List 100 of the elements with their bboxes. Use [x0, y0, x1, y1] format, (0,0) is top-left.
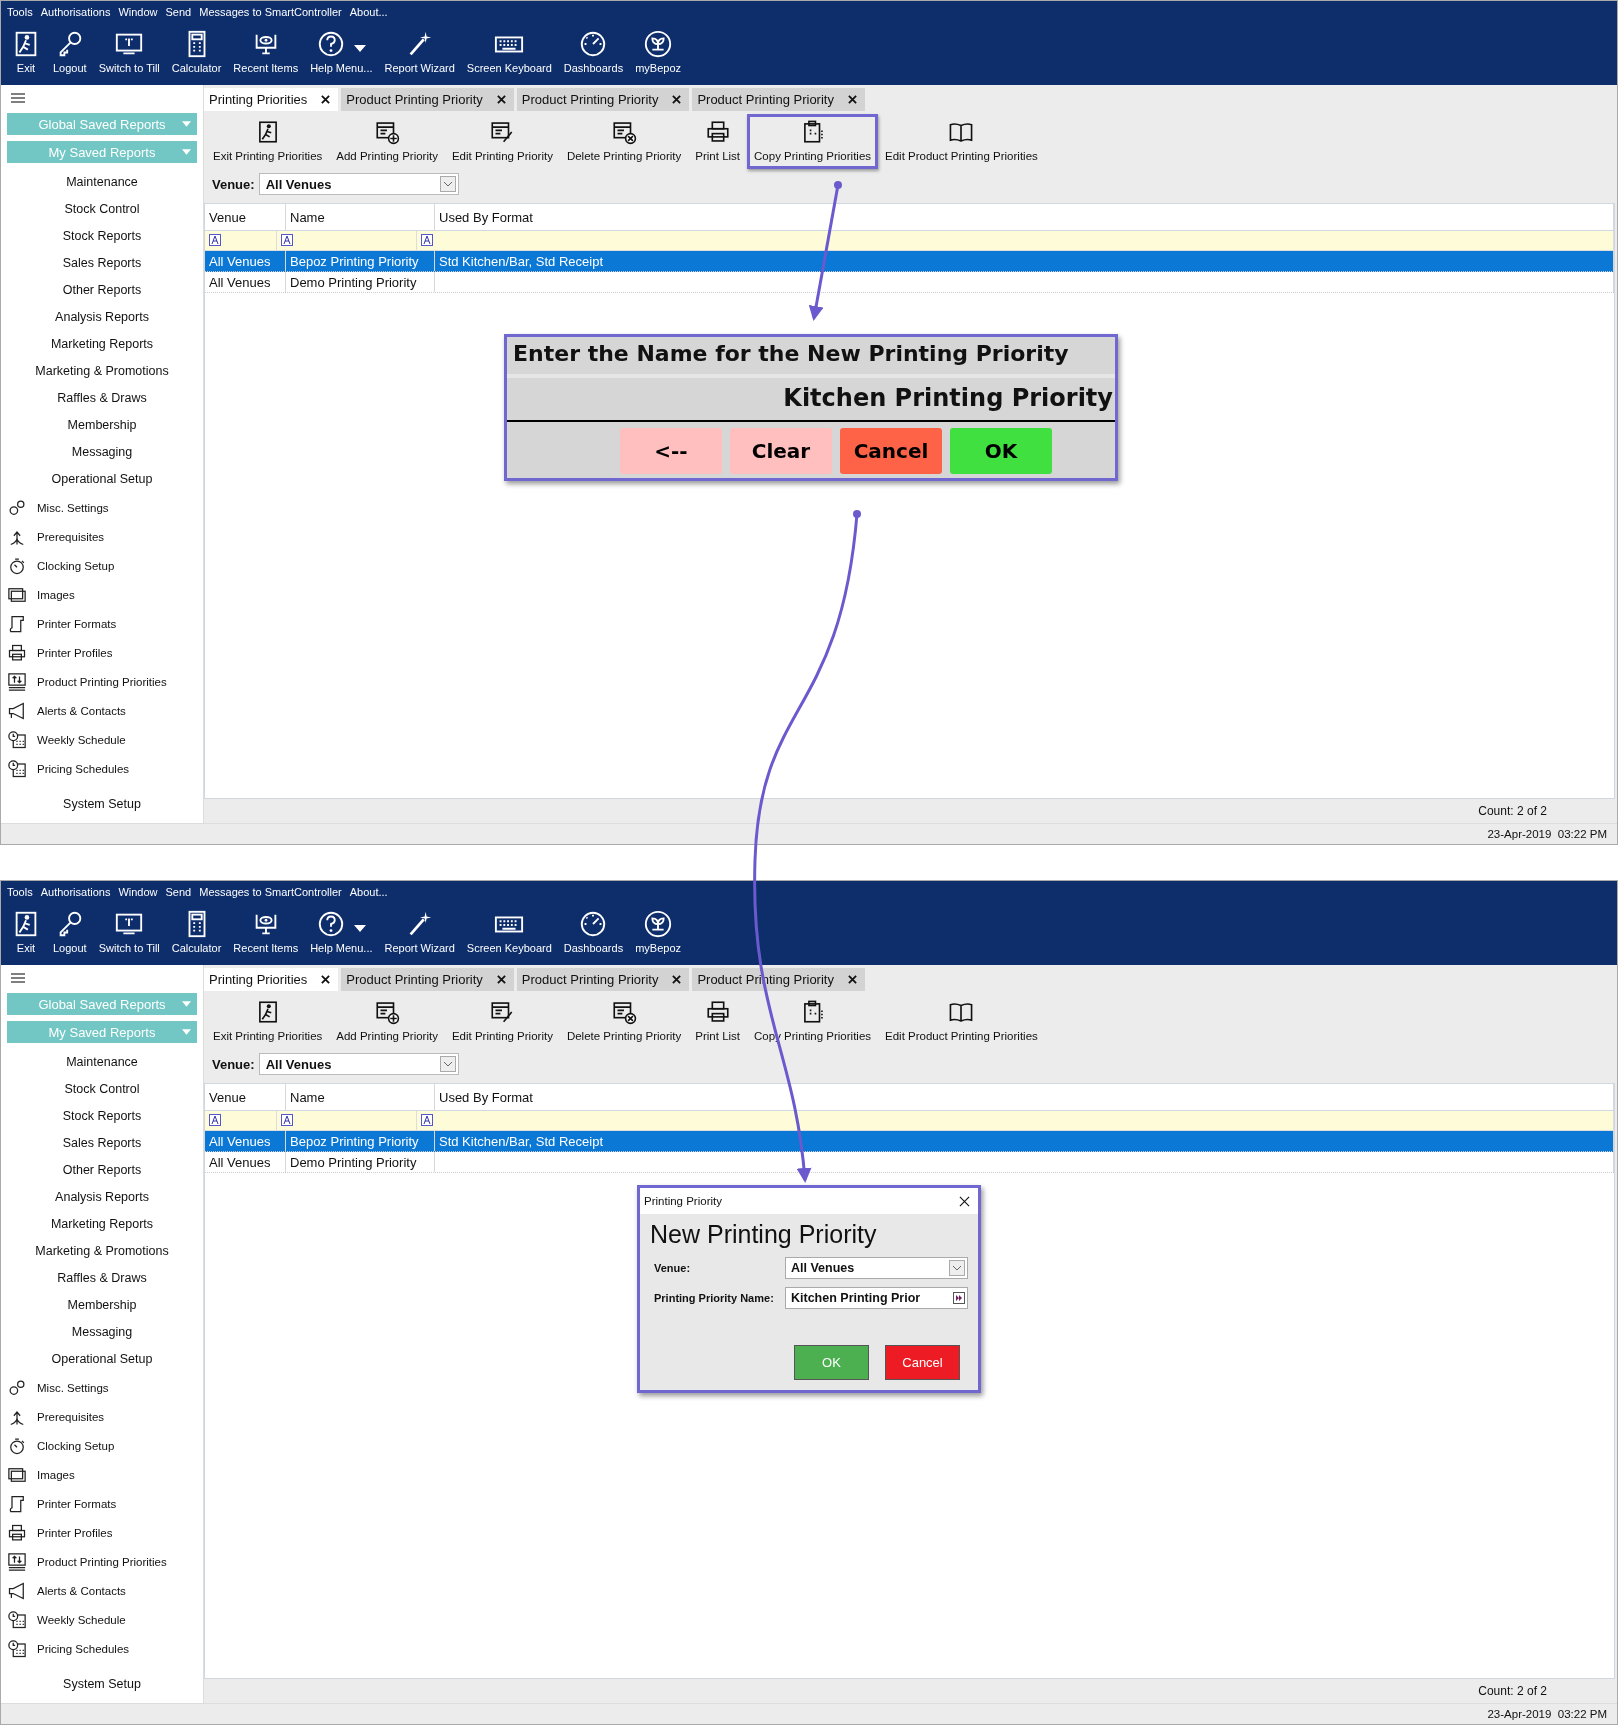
menu-item[interactable]: Messages to SmartController	[199, 886, 342, 898]
menu-item[interactable]: Send	[165, 6, 192, 18]
sidebar-item[interactable]: Alerts & Contacts	[1, 696, 203, 725]
sidebar-category[interactable]: Raffles & Draws	[1, 1265, 203, 1292]
sidebar-category[interactable]: Marketing Reports	[1, 1211, 203, 1238]
action-button[interactable]: Print List	[688, 114, 748, 169]
sidebar-item[interactable]: Product Printing Priorities	[1, 667, 203, 696]
sidebar-category[interactable]: Sales Reports	[1, 250, 203, 277]
sidebar-category[interactable]: Maintenance	[1, 1049, 203, 1076]
sidebar-category[interactable]: Marketing & Promotions	[1, 358, 203, 385]
sidebar-item[interactable]: Images	[1, 1460, 203, 1489]
sidebar-category[interactable]: Sales Reports	[1, 1130, 203, 1157]
sidebar-category[interactable]: System Setup	[1, 1677, 203, 1695]
sidebar-item[interactable]: Printer Profiles	[1, 1518, 203, 1547]
close-icon[interactable]	[847, 95, 857, 104]
sidebar-category[interactable]: Marketing & Promotions	[1, 1238, 203, 1265]
column-header[interactable]: Used By Format	[435, 204, 1614, 230]
keypad-button[interactable]: Clear	[730, 428, 832, 474]
tab[interactable]: Printing Priorities	[204, 968, 339, 991]
close-icon[interactable]	[321, 975, 331, 984]
sidebar-category[interactable]: Membership	[1, 1292, 203, 1319]
toolbar-button[interactable]: Report Wizard	[380, 23, 459, 74]
action-button[interactable]: Exit Printing Priorities	[206, 994, 330, 1049]
sidebar-category[interactable]: Marketing Reports	[1, 331, 203, 358]
sidebar-category[interactable]: Messaging	[1, 439, 203, 466]
toolbar-button[interactable]: Switch to Till	[94, 903, 164, 954]
sidebar-item[interactable]: Prerequisites	[1, 522, 203, 551]
close-icon[interactable]	[959, 1195, 970, 1207]
action-button[interactable]: Delete Printing Priority	[559, 114, 689, 169]
menu-item[interactable]: Messages to SmartController	[199, 6, 342, 18]
menu-item[interactable]: Tools	[7, 6, 33, 18]
sidebar-item[interactable]: Printer Formats	[1, 1489, 203, 1518]
tab[interactable]: Product Printing Priority	[341, 968, 514, 991]
sidebar-item[interactable]: Printer Formats	[1, 609, 203, 638]
toolbar-button[interactable]: Screen Keyboard	[462, 903, 556, 954]
action-button[interactable]: Edit Printing Priority	[444, 114, 560, 169]
sidebar-category[interactable]: Raffles & Draws	[1, 385, 203, 412]
filter-icon[interactable]	[281, 234, 293, 246]
sidebar-item[interactable]: Weekly Schedule	[1, 725, 203, 754]
tab[interactable]: Product Printing Priority	[341, 88, 514, 111]
toolbar-button[interactable]: Switch to Till	[94, 23, 164, 74]
expand-icon[interactable]	[953, 1292, 965, 1304]
sidebar-category[interactable]: Membership	[1, 412, 203, 439]
toolbar-button[interactable]: myBepoz	[631, 903, 685, 954]
sidebar-item[interactable]: Pricing Schedules	[1, 754, 203, 783]
venue-dropdown[interactable]: All Venues	[258, 1053, 459, 1075]
toolbar-button[interactable]: Logout	[49, 23, 91, 74]
sidebar-item[interactable]: Misc. Settings	[1, 1373, 203, 1402]
toolbar-button[interactable]: Help Menu...	[306, 903, 377, 954]
keypad-button[interactable]: Cancel	[840, 428, 942, 474]
toolbar-button[interactable]: Report Wizard	[380, 903, 459, 954]
toolbar-button[interactable]: Dashboards	[559, 903, 628, 954]
menu-item[interactable]: Window	[118, 6, 158, 18]
sidebar-category[interactable]: Stock Reports	[1, 223, 203, 250]
sidebar-item[interactable]: Misc. Settings	[1, 493, 203, 522]
toolbar-button[interactable]: Recent Items	[229, 903, 303, 954]
sidebar-category[interactable]: Messaging	[1, 1319, 203, 1346]
action-button[interactable]: Copy Printing Priorities	[747, 114, 879, 169]
sidebar-category[interactable]: Operational Setup	[1, 466, 203, 493]
sidebar-item[interactable]: Prerequisites	[1, 1402, 203, 1431]
menu-item[interactable]: Authorisations	[40, 6, 111, 18]
table-row[interactable]: All Venues Bepoz Printing Priority Std Kitchen/Bar, Std Receipt	[205, 251, 1614, 272]
sidebar-category[interactable]: Maintenance	[1, 169, 203, 196]
toolbar-button[interactable]: Calculator	[167, 23, 226, 74]
menu-item[interactable]: About...	[349, 886, 388, 898]
toolbar-button[interactable]: Exit	[7, 23, 45, 74]
sidebar-category[interactable]: Other Reports	[1, 277, 203, 304]
menu-icon[interactable]	[11, 92, 25, 104]
menu-item[interactable]: Window	[118, 886, 158, 898]
table-row[interactable]: All Venues Demo Printing Priority	[205, 272, 1614, 293]
sidebar-category[interactable]: Operational Setup	[1, 1346, 203, 1373]
menu-icon[interactable]	[11, 972, 25, 984]
close-icon[interactable]	[321, 95, 331, 104]
sidebar-category[interactable]: Other Reports	[1, 1157, 203, 1184]
tab[interactable]: Product Printing Priority	[516, 968, 690, 991]
sidebar-item[interactable]: Product Printing Priorities	[1, 1547, 203, 1576]
sidebar-category[interactable]: System Setup	[1, 797, 203, 815]
close-icon[interactable]	[496, 975, 506, 984]
sidebar-item[interactable]: Pricing Schedules	[1, 1634, 203, 1663]
sidebar-category[interactable]: Analysis Reports	[1, 1184, 203, 1211]
close-icon[interactable]	[672, 95, 682, 104]
action-button[interactable]: Print List	[688, 994, 748, 1049]
close-icon[interactable]	[496, 95, 506, 104]
sidebar-category[interactable]: Analysis Reports	[1, 304, 203, 331]
action-button[interactable]: Edit Product Printing Priorities	[878, 114, 1045, 169]
action-button[interactable]: Delete Printing Priority	[559, 994, 689, 1049]
table-row[interactable]: All Venues Bepoz Printing Priority Std Kitchen/Bar, Std Receipt	[205, 1131, 1614, 1152]
dialog-button[interactable]: Cancel	[885, 1345, 960, 1380]
keypad-button[interactable]: <--	[620, 428, 722, 474]
column-header[interactable]: Name	[286, 1084, 435, 1110]
keypad-button[interactable]: OK	[950, 428, 1052, 474]
sidebar-item[interactable]: Printer Profiles	[1, 638, 203, 667]
action-button[interactable]: Add Printing Priority	[329, 114, 445, 169]
toolbar-button[interactable]: Screen Keyboard	[462, 23, 556, 74]
sidebar-category[interactable]: Stock Control	[1, 196, 203, 223]
sidebar-item[interactable]: Images	[1, 580, 203, 609]
venue-dropdown[interactable]: All Venues	[785, 1257, 968, 1279]
toolbar-button[interactable]: Help Menu...	[306, 23, 377, 74]
filter-icon[interactable]	[421, 1114, 433, 1126]
column-header[interactable]: Venue	[205, 1084, 286, 1110]
